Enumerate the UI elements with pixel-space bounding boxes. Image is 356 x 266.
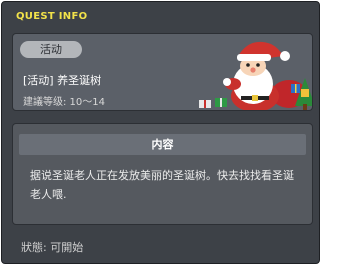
quest-info-window: QUEST INFO 活动 [活动] 养圣诞树 建議等级: 10～14 内容 据… xyxy=(1,1,320,264)
window-title: QUEST INFO xyxy=(16,11,88,22)
recommended-level: 建議等级: 10～14 xyxy=(23,97,105,108)
quest-description: 据说圣诞老人正在发放美丽的圣诞树。快去找找看圣诞老人喂. xyxy=(30,169,294,201)
quest-summary-panel: 活动 [活动] 养圣诞树 建議等级: 10～14 xyxy=(12,33,313,111)
quest-content-panel: 内容 据说圣诞老人正在发放美丽的圣诞树。快去找找看圣诞老人喂. xyxy=(12,123,313,225)
content-header: 内容 xyxy=(19,134,306,155)
quest-name: [活动] 养圣诞树 xyxy=(23,74,102,87)
quest-status: 狀態: 可開始 xyxy=(21,241,84,254)
event-tag: 活动 xyxy=(20,41,82,58)
santa-illustration xyxy=(199,41,312,110)
